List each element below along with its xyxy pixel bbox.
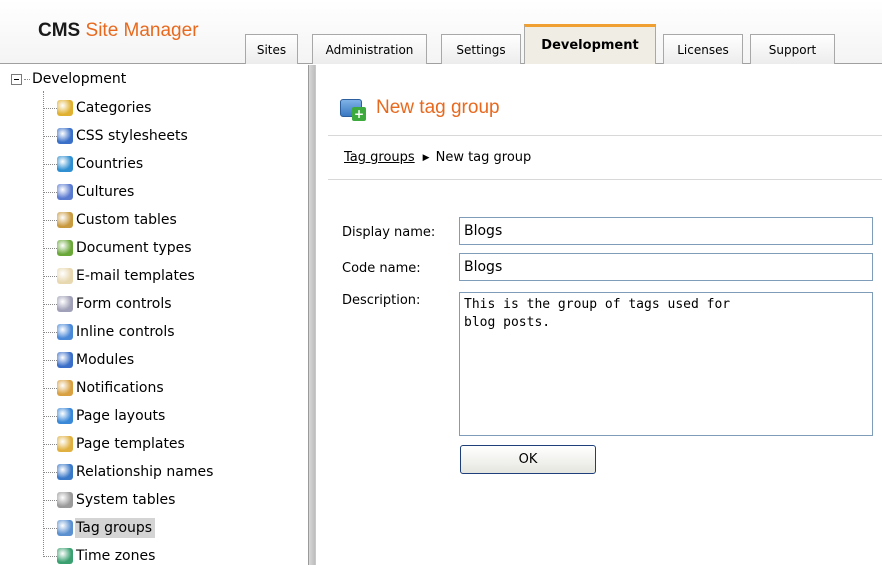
sidebar-item-label: Form controls bbox=[76, 296, 172, 312]
culture-globe-icon bbox=[57, 184, 73, 200]
globe-icon bbox=[57, 156, 73, 172]
collapse-icon[interactable] bbox=[11, 73, 22, 85]
sidebar-splitter[interactable] bbox=[308, 65, 316, 565]
system-tables-icon bbox=[57, 492, 73, 508]
sidebar-item-label: Inline controls bbox=[76, 324, 175, 340]
title-divider bbox=[328, 135, 882, 136]
sidebar-item-form-controls[interactable]: Form controls bbox=[43, 294, 175, 314]
sidebar-item-label: Document types bbox=[76, 240, 192, 256]
sidebar-item-document-types[interactable]: Document types bbox=[43, 238, 195, 258]
sidebar-item-custom-tables[interactable]: Custom tables bbox=[43, 210, 180, 230]
sidebar-item-label: System tables bbox=[76, 492, 176, 508]
sidebar-item-label: Categories bbox=[76, 100, 152, 116]
sidebar-item-system-tables[interactable]: System tables bbox=[43, 490, 178, 510]
tab-development[interactable]: Development bbox=[524, 24, 656, 64]
sidebar-item-label: Page templates bbox=[76, 436, 185, 452]
sidebar-item-css-stylesheets[interactable]: CSS stylesheets bbox=[43, 126, 191, 146]
sidebar-item-label: Notifications bbox=[76, 380, 164, 396]
sidebar-item-label: Time zones bbox=[76, 548, 156, 564]
notifications-icon bbox=[57, 380, 73, 396]
page-layouts-icon bbox=[57, 408, 73, 424]
code-name-field[interactable]: Blogs bbox=[459, 253, 873, 281]
sidebar-item-label: Custom tables bbox=[76, 212, 177, 228]
modules-icon bbox=[57, 352, 73, 368]
tab-support[interactable]: Support bbox=[750, 34, 835, 64]
header: CMS Site Manager Sites Administration Se… bbox=[0, 0, 882, 64]
page-title: New tag group bbox=[376, 97, 500, 118]
breadcrumb-link-tag-groups[interactable]: Tag groups bbox=[344, 150, 415, 165]
breadcrumb-current: New tag group bbox=[435, 150, 532, 165]
main-content: + New tag group Tag groups ▶ New tag gro… bbox=[318, 65, 882, 565]
sidebar-item-page-layouts[interactable]: Page layouts bbox=[43, 406, 168, 426]
sidebar-item-e-mail-templates[interactable]: E-mail templates bbox=[43, 266, 198, 286]
sidebar-item-countries[interactable]: Countries bbox=[43, 154, 146, 174]
sidebar-item-tag-groups[interactable]: Tag groups bbox=[43, 518, 156, 538]
display-name-field[interactable]: Blogs bbox=[459, 217, 873, 245]
tab-licenses[interactable]: Licenses bbox=[663, 34, 743, 64]
relationship-icon bbox=[57, 464, 73, 480]
breadcrumb: Tag groups ▶ New tag group bbox=[344, 150, 531, 165]
form-controls-icon bbox=[57, 296, 73, 312]
code-name-label: Code name: bbox=[342, 261, 421, 276]
tab-administration[interactable]: Administration bbox=[312, 34, 427, 64]
page-header: + New tag group bbox=[338, 95, 500, 121]
sidebar-item-label: E-mail templates bbox=[76, 268, 195, 284]
breadcrumb-arrow-icon: ▶ bbox=[422, 152, 430, 163]
custom-tables-icon bbox=[57, 212, 73, 228]
description-field[interactable]: This is the group of tags used for blog … bbox=[459, 292, 873, 436]
tree-root-label: Development bbox=[32, 71, 127, 87]
logo-cms: CMS bbox=[38, 20, 81, 41]
css-stylesheets-icon bbox=[57, 128, 73, 144]
time-zones-icon bbox=[57, 548, 73, 564]
sidebar-item-relationship-names[interactable]: Relationship names bbox=[43, 462, 216, 482]
ok-button[interactable]: OK bbox=[460, 445, 596, 474]
display-name-label: Display name: bbox=[342, 225, 436, 240]
page-templates-icon bbox=[57, 436, 73, 452]
sidebar-item-page-templates[interactable]: Page templates bbox=[43, 434, 188, 454]
tab-sites[interactable]: Sites bbox=[245, 34, 298, 64]
sidebar-item-label: Tag groups bbox=[75, 518, 156, 538]
tab-settings[interactable]: Settings bbox=[441, 34, 521, 64]
app-logo: CMS Site Manager bbox=[38, 20, 199, 42]
categories-icon bbox=[57, 100, 73, 116]
sidebar-item-notifications[interactable]: Notifications bbox=[43, 378, 167, 398]
sidebar-item-label: Cultures bbox=[76, 184, 135, 200]
sidebar-item-categories[interactable]: Categories bbox=[43, 98, 154, 118]
sidebar-item-inline-controls[interactable]: Inline controls bbox=[43, 322, 178, 342]
description-label: Description: bbox=[342, 293, 421, 308]
tag-group-add-icon: + bbox=[338, 95, 368, 121]
breadcrumb-divider bbox=[328, 179, 882, 180]
sidebar-item-label: Modules bbox=[76, 352, 135, 368]
sidebar-item-label: CSS stylesheets bbox=[76, 128, 188, 144]
tree-root-development[interactable]: Development bbox=[11, 71, 126, 87]
sidebar-tree: Development Categories CSS stylesheets Cou… bbox=[0, 65, 308, 565]
tag-groups-icon bbox=[57, 520, 73, 536]
logo-site-manager: Site Manager bbox=[85, 20, 199, 41]
document-types-icon bbox=[57, 240, 73, 256]
sidebar-item-modules[interactable]: Modules bbox=[43, 350, 137, 370]
inline-controls-icon bbox=[57, 324, 73, 340]
sidebar-item-label: Countries bbox=[76, 156, 144, 172]
sidebar-item-cultures[interactable]: Cultures bbox=[43, 182, 137, 202]
sidebar-item-label: Page layouts bbox=[76, 408, 166, 424]
envelope-icon bbox=[57, 268, 73, 284]
sidebar-item-label: Relationship names bbox=[76, 464, 214, 480]
sidebar-item-time-zones[interactable]: Time zones bbox=[43, 546, 158, 565]
